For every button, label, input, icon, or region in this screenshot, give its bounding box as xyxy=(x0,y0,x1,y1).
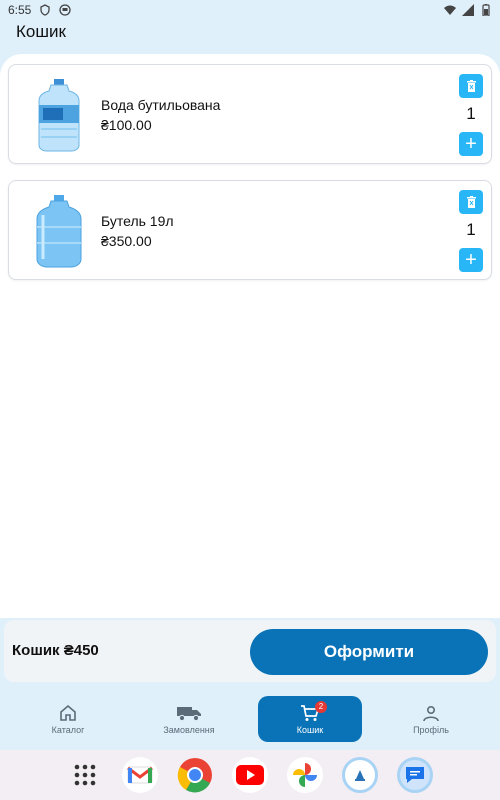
cart-list: Вода бутильована ₴100.00 1 + Бутель 19л … xyxy=(0,54,500,618)
signal-icon xyxy=(462,4,474,16)
increase-quantity-button[interactable]: + xyxy=(459,132,483,156)
app-icon[interactable] xyxy=(342,757,378,793)
checkout-button[interactable]: Оформити xyxy=(250,629,488,675)
cart-item[interactable]: Бутель 19л ₴350.00 1 + xyxy=(8,180,492,280)
nav-label: Профіль xyxy=(413,724,449,735)
nav-label: Каталог xyxy=(51,724,85,735)
page-title: Кошик xyxy=(16,22,66,41)
cart-count-badge: 2 xyxy=(315,700,327,713)
system-dock xyxy=(0,750,500,800)
nav-item-catalog[interactable]: Каталог xyxy=(16,696,120,742)
delete-item-button[interactable] xyxy=(459,190,483,214)
person-icon xyxy=(423,705,439,721)
gmail-icon[interactable] xyxy=(122,757,158,793)
item-price: ₴350.00 xyxy=(101,233,152,249)
cart-total: Кошик ₴450 xyxy=(12,642,99,659)
item-name: Бутель 19л xyxy=(101,213,174,229)
delivery-truck-icon xyxy=(177,706,201,721)
youtube-icon[interactable] xyxy=(232,757,268,793)
cart-icon-wrap: 2 xyxy=(300,700,327,722)
increase-quantity-button[interactable]: + xyxy=(459,248,483,272)
messages-icon[interactable] xyxy=(397,757,433,793)
shield-icon xyxy=(40,4,51,16)
checkout-bar: Кошик ₴450 Оформити xyxy=(4,620,496,682)
item-name: Вода бутильована xyxy=(101,97,221,113)
cart-item[interactable]: Вода бутильована ₴100.00 1 + xyxy=(8,64,492,164)
bottom-nav: Каталог Замовлення 2 Кошик Профіль xyxy=(0,688,500,750)
status-time: 6:55 xyxy=(8,3,32,17)
nav-label: Кошик xyxy=(296,724,324,735)
chrome-icon[interactable] xyxy=(177,757,213,793)
home-icon xyxy=(60,704,76,721)
trash-icon xyxy=(466,80,476,92)
item-quantity: 1 xyxy=(466,220,476,239)
app-bar: Кошик xyxy=(0,20,500,54)
item-price: ₴100.00 xyxy=(101,117,152,133)
nav-item-cart[interactable]: 2 Кошик xyxy=(258,696,362,742)
status-bar: 6:55 xyxy=(0,0,500,20)
nav-label: Замовлення xyxy=(163,724,215,735)
wifi-icon xyxy=(444,5,456,15)
water-jug-icon xyxy=(36,195,82,268)
item-quantity: 1 xyxy=(466,104,476,123)
photos-icon[interactable] xyxy=(287,757,323,793)
water-bottle-icon xyxy=(38,79,80,152)
nav-item-orders[interactable]: Замовлення xyxy=(137,696,241,742)
trash-icon xyxy=(466,196,476,208)
app-drawer-icon[interactable] xyxy=(67,757,103,793)
delete-item-button[interactable] xyxy=(459,74,483,98)
notification-icon xyxy=(59,4,72,16)
battery-icon xyxy=(482,4,490,16)
nav-item-profile[interactable]: Профіль xyxy=(379,696,483,742)
